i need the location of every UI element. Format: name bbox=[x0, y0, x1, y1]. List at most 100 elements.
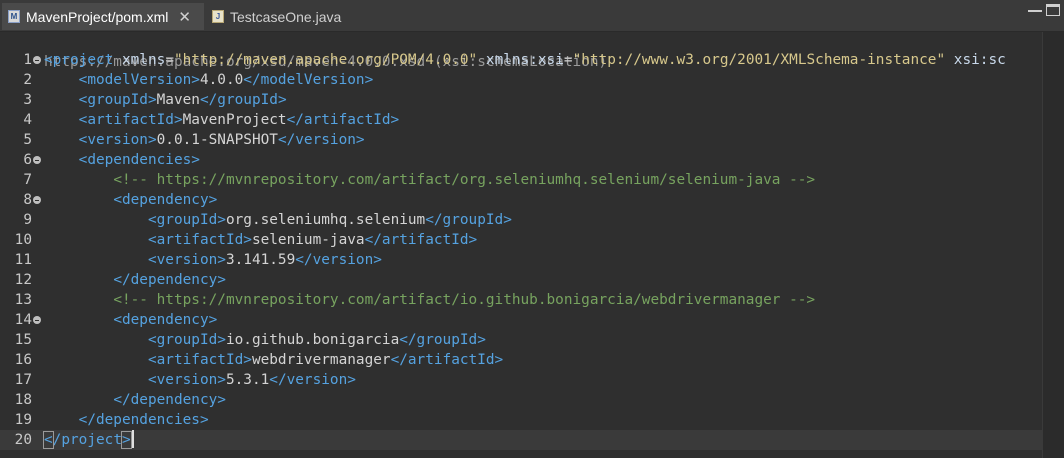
line-number: 13 bbox=[14, 292, 32, 308]
code-token: <dependency> bbox=[113, 192, 218, 208]
code-token: 0.0.1-SNAPSHOT bbox=[156, 132, 278, 148]
tab-testcaseone-java[interactable]: J TestcaseOne.java bbox=[206, 3, 356, 30]
code-line[interactable]: 5 <version>0.0.1-SNAPSHOT</version> bbox=[0, 130, 1042, 150]
code-line[interactable]: 11 <version>3.141.59</version> bbox=[0, 250, 1042, 270]
line-number: 14 bbox=[14, 312, 32, 328]
code-text: <dependency> bbox=[44, 310, 217, 330]
code-token: MavenProject bbox=[182, 112, 287, 128]
code-text: <groupId>org.seleniumhq.selenium</groupI… bbox=[44, 210, 512, 230]
code-editor[interactable]: https://maven.apache.org/xsd/maven-4.0.0… bbox=[0, 32, 1042, 458]
line-number: 16 bbox=[14, 352, 32, 368]
code-token: </artifactId> bbox=[390, 352, 504, 368]
code-token: <project bbox=[44, 52, 122, 68]
code-text: </project> bbox=[43, 430, 134, 450]
code-text: <dependency> bbox=[44, 190, 217, 210]
fold-toggle-icon[interactable] bbox=[33, 56, 41, 64]
code-line[interactable]: 1 <project xmlns="http://maven.apache.org… bbox=[0, 50, 1042, 70]
code-token: <artifactId> bbox=[147, 232, 252, 248]
code-token: "http://www.w3.org/2001/XMLSchema-instan… bbox=[572, 52, 946, 68]
code-line[interactable]: 20 </project> bbox=[0, 430, 1042, 450]
code-token: </groupId> bbox=[199, 92, 287, 108]
code-line[interactable]: 9 <groupId>org.seleniumhq.selenium</grou… bbox=[0, 210, 1042, 230]
line-number: 5 bbox=[23, 132, 32, 148]
code-line[interactable]: 13 <!-- https://mvnrepository.com/artifa… bbox=[0, 290, 1042, 310]
code-token: /project bbox=[52, 432, 122, 448]
line-number: 18 bbox=[14, 392, 32, 408]
code-token: <artifactId> bbox=[147, 352, 252, 368]
line-number: 7 bbox=[23, 172, 32, 188]
code-line[interactable]: 10 <artifactId>selenium-java</artifactId… bbox=[0, 230, 1042, 250]
code-line[interactable]: 15 <groupId>io.github.bonigarcia</groupI… bbox=[0, 330, 1042, 350]
code-token: = bbox=[165, 52, 174, 68]
code-token: </version> bbox=[295, 252, 382, 268]
code-token: xmlns:xsi bbox=[485, 52, 564, 68]
line-number: 10 bbox=[14, 232, 32, 248]
code-line[interactable]: 14 <dependency> bbox=[0, 310, 1042, 330]
code-text: </dependency> bbox=[44, 270, 226, 290]
line-number: 6 bbox=[23, 152, 32, 168]
code-token: </version> bbox=[277, 132, 365, 148]
code-line[interactable]: 6 <dependencies> bbox=[0, 150, 1042, 170]
code-text: <groupId>io.github.bonigarcia</groupId> bbox=[44, 330, 486, 350]
fold-toggle-icon[interactable] bbox=[33, 196, 41, 204]
code-token: <groupId> bbox=[147, 212, 226, 228]
code-token: </dependencies> bbox=[78, 412, 209, 428]
code-line[interactable]: 8 <dependency> bbox=[0, 190, 1042, 210]
code-token: </version> bbox=[269, 372, 356, 388]
code-token: webdrivermanager bbox=[251, 352, 391, 368]
code-line[interactable]: 19 </dependencies> bbox=[0, 410, 1042, 430]
code-line[interactable]: 2 <modelVersion>4.0.0</modelVersion> bbox=[0, 70, 1042, 90]
code-line[interactable]: 4 <artifactId>MavenProject</artifactId> bbox=[0, 110, 1042, 130]
tab-label: TestcaseOne.java bbox=[230, 8, 342, 25]
code-token: <version> bbox=[147, 372, 226, 388]
code-line[interactable]: 16 <artifactId>webdrivermanager</artifac… bbox=[0, 350, 1042, 370]
code-line[interactable]: 12 </dependency> bbox=[0, 270, 1042, 290]
fold-toggle-icon[interactable] bbox=[33, 156, 41, 164]
tab-pom-xml[interactable]: M MavenProject/pom.xml ✕ bbox=[2, 3, 204, 30]
line-number: 2 bbox=[23, 72, 32, 88]
code-line[interactable]: 18 </dependency> bbox=[0, 390, 1042, 410]
code-line[interactable]: 7 <!-- https://mvnrepository.com/artifac… bbox=[0, 170, 1042, 190]
code-text: <!-- https://mvnrepository.com/artifact/… bbox=[44, 170, 815, 190]
fold-toggle-icon[interactable] bbox=[33, 316, 41, 324]
maximize-icon[interactable] bbox=[1046, 4, 1060, 16]
code-token: </artifactId> bbox=[364, 232, 478, 248]
vertical-scrollbar[interactable] bbox=[1042, 32, 1064, 458]
editor-tab-bar: M MavenProject/pom.xml ✕ J TestcaseOne.j… bbox=[0, 0, 1064, 32]
line-number: 9 bbox=[23, 212, 32, 228]
code-token: io.github.bonigarcia bbox=[225, 332, 400, 348]
code-token: xmlns bbox=[121, 52, 166, 68]
code-token: <groupId> bbox=[78, 92, 157, 108]
code-token: <dependencies> bbox=[78, 152, 200, 168]
code-text: <version>3.141.59</version> bbox=[44, 250, 382, 270]
code-line[interactable]: 17 <version>5.3.1</version> bbox=[0, 370, 1042, 390]
code-text: <artifactId>MavenProject</artifactId> bbox=[44, 110, 400, 130]
line-number: 12 bbox=[14, 272, 32, 288]
code-text: <project xmlns="http://maven.apache.org/… bbox=[44, 50, 1006, 70]
minimize-icon[interactable] bbox=[1028, 4, 1042, 12]
code-token: > bbox=[121, 431, 132, 449]
code-text: </dependency> bbox=[44, 390, 226, 410]
code-token: = bbox=[563, 52, 573, 68]
eclipse-editor-window: M MavenProject/pom.xml ✕ J TestcaseOne.j… bbox=[0, 0, 1064, 458]
code-line[interactable]: 3 <groupId>Maven</groupId> bbox=[0, 90, 1042, 110]
code-text: <dependencies> bbox=[44, 150, 200, 170]
code-text: <!-- https://mvnrepository.com/artifact/… bbox=[44, 290, 815, 310]
code-token: selenium-java bbox=[251, 232, 365, 248]
code-text: <groupId>Maven</groupId> bbox=[44, 90, 287, 110]
text-caret bbox=[131, 430, 134, 448]
close-icon[interactable]: ✕ bbox=[178, 8, 191, 26]
